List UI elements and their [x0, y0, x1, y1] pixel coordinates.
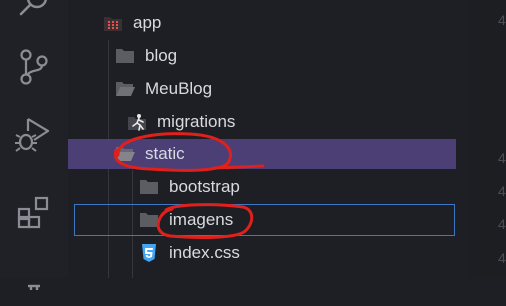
tree-item-blog[interactable]: blog	[68, 41, 502, 71]
folder-icon	[114, 47, 136, 65]
tree-item-label: static	[145, 144, 185, 163]
editor-gutter: 4 4 4 4 4	[468, 0, 506, 278]
migrations-folder-icon	[126, 113, 148, 131]
tree-item-label: index.css	[169, 243, 240, 262]
source-control-icon[interactable]	[0, 34, 68, 100]
tree-item-app[interactable]: app	[68, 8, 490, 38]
gutter-mark: 4	[498, 216, 506, 232]
gutter-mark: 4	[498, 250, 506, 266]
tree-item-imagens[interactable]: imagens	[74, 204, 455, 236]
folder-icon	[138, 178, 160, 196]
tree-item-label: imagens	[169, 210, 234, 229]
explorer-tree: app blog MeuBlog migrations static boots…	[68, 0, 468, 278]
run-debug-icon[interactable]	[0, 100, 68, 166]
search-icon[interactable]	[0, 0, 68, 36]
gutter-mark: 4	[498, 150, 506, 166]
tree-item-static[interactable]: static	[68, 139, 456, 169]
tree-item-migrations[interactable]: migrations	[68, 107, 506, 137]
gutter-mark: 4	[498, 12, 506, 28]
testing-icon[interactable]	[0, 240, 68, 306]
tree-item-meublog[interactable]: MeuBlog	[68, 74, 502, 104]
gutter-mark: 4	[498, 183, 506, 199]
tree-item-bootstrap[interactable]: bootstrap	[68, 172, 506, 202]
app-folder-icon	[102, 14, 124, 32]
tree-item-index-css[interactable]: index.css	[68, 238, 506, 268]
folder-icon	[138, 211, 160, 229]
activity-bar	[0, 0, 68, 290]
tree-item-label: blog	[145, 46, 178, 65]
folder-open-icon	[114, 80, 136, 98]
tree-item-label: MeuBlog	[145, 79, 213, 98]
folder-open-icon	[114, 145, 136, 163]
tree-item-label: bootstrap	[169, 177, 240, 196]
extensions-icon[interactable]	[0, 180, 68, 246]
css-file-icon	[138, 244, 160, 262]
tree-item-label: migrations	[157, 112, 236, 131]
tree-item-label: app	[133, 13, 162, 32]
